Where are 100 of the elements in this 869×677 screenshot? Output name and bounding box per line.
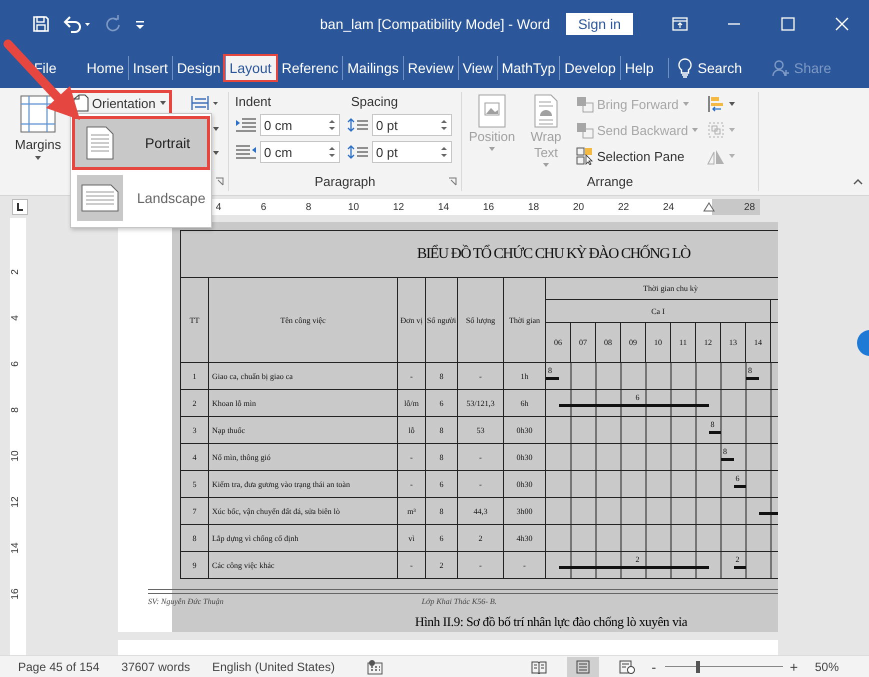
ruler-number: 24 [662, 202, 676, 212]
zoom-level[interactable]: 50% [814, 660, 839, 674]
table-cell: - [504, 552, 546, 578]
orientation-button[interactable]: Orientation [70, 92, 170, 114]
table-cell: - [458, 470, 504, 498]
table-cell: Kiểm tra, đưa gương vào trạng thái an toàn [208, 470, 398, 498]
table-cell: - [398, 552, 426, 578]
ribbon-tab[interactable]: MathTyp [496, 56, 560, 80]
table-cell: lỗ [398, 416, 426, 444]
table-cell: 6 [426, 470, 458, 498]
indent-right-field[interactable]: 0 cm [260, 141, 340, 163]
table-cell: 6 [426, 390, 458, 416]
bar-label: 8 [710, 420, 714, 430]
column-header: 13 [720, 322, 746, 362]
table-cell: 44,3 [458, 498, 504, 524]
chart-title: BIỂU ĐỒ TỔ CHỨC CHU KỲ ĐÀO CHỐNG LÒ [416, 246, 690, 262]
table-cell: Giao ca, chuẩn bị giao ca [208, 362, 398, 390]
table-cell: 8 [426, 362, 458, 390]
ruler-number: 10 [8, 449, 22, 464]
figure-caption: Hình II.9: Sơ đồ bố trí nhân lực đào chống lò xuyên vỉa [415, 614, 688, 630]
ribbon-tab[interactable]: Layout [224, 56, 276, 80]
table-cell: 8 [180, 524, 208, 552]
page-count[interactable]: Page 45 of 154 [18, 660, 100, 674]
window-title: ban_lam [Compatibility Mode] - Word [320, 16, 550, 32]
ruler-number: 8 [304, 202, 312, 212]
ruler-number: 14 [436, 202, 450, 212]
table-cell: 8 [426, 498, 458, 524]
word-count[interactable]: 37607 words [121, 660, 190, 674]
table-cell: 0h30 [504, 470, 546, 498]
spacing-before-field[interactable]: 0 pt [372, 114, 452, 136]
ribbon-tab[interactable]: Insert [128, 56, 172, 80]
search-button[interactable]: Search [668, 58, 742, 78]
sign-in-button[interactable]: Sign in [566, 13, 633, 35]
portrait-option[interactable]: Portrait [73, 117, 209, 169]
column-header: 09 [620, 322, 646, 362]
column-header: 12 [696, 322, 720, 362]
table-cell: - [458, 552, 504, 578]
ribbon-tab[interactable]: Help [620, 56, 658, 80]
ruler-number: 12 [392, 202, 406, 212]
column-header: Số lượng [458, 278, 504, 362]
table-cell: 2 [180, 390, 208, 416]
column-header: 14 [746, 322, 770, 362]
table-cell: 9 [180, 552, 208, 578]
class-text: Lớp Khai Thác K56- B. [422, 597, 497, 606]
table-cell: 6 [426, 524, 458, 552]
table-cell: 6h [504, 390, 546, 416]
ruler-number: 2 [8, 268, 22, 277]
indent-label: Indent [235, 94, 272, 109]
column-header: TT [180, 278, 208, 362]
bar-label: 2 [736, 555, 740, 565]
table-cell: 0h30 [504, 444, 546, 470]
table-cell: 2 [426, 552, 458, 578]
column-header: 08 [596, 322, 620, 362]
column-header: 10 [646, 322, 670, 362]
table-cell: 8 [426, 444, 458, 470]
bar-label: 8 [723, 447, 727, 457]
table-cell: 2 [458, 524, 504, 552]
table-cell: 4h30 [504, 524, 546, 552]
table-cell: Các công việc khác [208, 552, 398, 578]
table-cell: m³ [398, 498, 426, 524]
ruler-number: 4 [8, 314, 22, 323]
table-cell: - [398, 444, 426, 470]
ruler-number: 18 [526, 202, 540, 212]
ribbon-tab[interactable]: Referenc [278, 56, 342, 80]
table-cell: 0h30 [504, 416, 546, 444]
landscape-option[interactable]: Landscape [73, 172, 209, 224]
zoom-in-button[interactable]: + [788, 658, 799, 674]
ribbon-tab[interactable]: Develop [559, 56, 620, 80]
table-cell: Xúc bốc, vận chuyển đất đá, sửa biên lò [208, 498, 398, 524]
bar-label: 6 [736, 474, 740, 484]
ribbon-tab[interactable]: Mailings [342, 56, 403, 80]
column-header: Đơn vị [398, 278, 426, 362]
table-cell: 3 [180, 416, 208, 444]
table-cell: 3h00 [504, 498, 546, 524]
ruler-number: 4 [214, 202, 222, 212]
ruler-number: 22 [616, 202, 630, 212]
selection-pane-button[interactable]: Selection Pane [576, 146, 700, 166]
table-cell: vì [398, 524, 426, 552]
table-cell: Khoan lỗ mìn [208, 390, 398, 416]
ribbon-tab[interactable]: Home [82, 56, 128, 80]
ribbon-tab[interactable]: Review [402, 56, 458, 80]
ruler-number: 16 [8, 587, 22, 602]
language-status[interactable]: English (United States) [212, 660, 335, 674]
table-cell: - [398, 470, 426, 498]
ruler-number: 12 [8, 495, 22, 510]
group-label: Paragraph [314, 174, 376, 188]
spacing-after-field[interactable]: 0 pt [372, 141, 452, 163]
indent-left-field[interactable]: 0 cm [260, 114, 340, 136]
column-header: 11 [670, 322, 696, 362]
table-cell: 7 [180, 498, 208, 524]
table-cell: 53 [458, 416, 504, 444]
table-cell: 4 [180, 444, 208, 470]
ruler-number: 10 [346, 202, 360, 212]
table-cell: - [398, 362, 426, 390]
group-label: Arrange [586, 174, 634, 188]
ruler-number: 28 [742, 202, 756, 212]
ribbon-tab[interactable]: View [458, 56, 497, 80]
table-cell: lỗ/m [398, 390, 426, 416]
table-cell: Nạp thuốc [208, 416, 398, 444]
zoom-out-button[interactable]: - [648, 658, 659, 674]
